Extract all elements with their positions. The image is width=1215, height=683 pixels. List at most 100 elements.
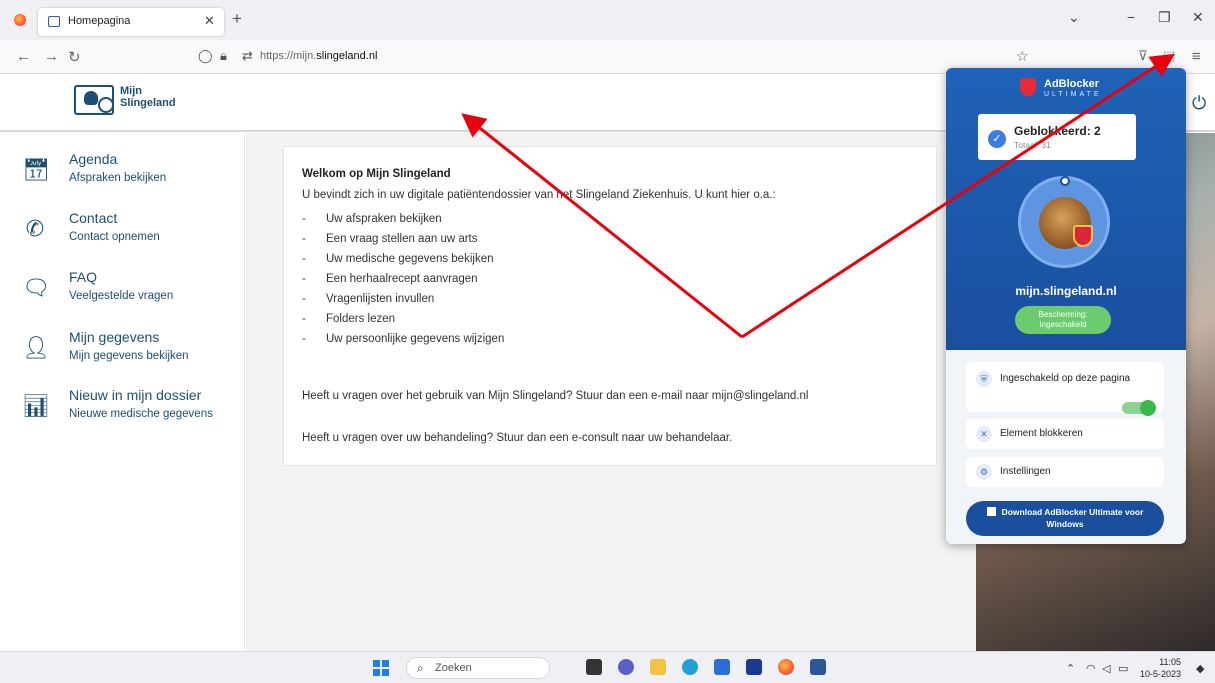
new-tab-icon[interactable]: + xyxy=(232,9,242,29)
sidebar-item-mijn-gegevens[interactable]: 👤︎ Mijn gegevens Mijn gegevens bekijken xyxy=(22,329,242,379)
shield-icon: ⛨ xyxy=(976,371,992,387)
back-icon[interactable]: ← xyxy=(16,48,31,65)
mascot-image xyxy=(1018,176,1110,268)
enabled-on-page-label: Ingeschakeld op deze pagina xyxy=(1000,373,1131,384)
calendar-icon: 📅︎ xyxy=(22,157,50,182)
welcome-card: Welkom op Mijn Slingeland U bevindt zich… xyxy=(283,146,937,466)
sidebar-item-agenda[interactable]: 📅︎ Agenda Afspraken bekijken xyxy=(22,151,242,201)
list-item: - Een herhaalrecept aanvragen xyxy=(302,273,478,285)
enabled-toggle[interactable] xyxy=(1122,400,1156,416)
firefox-taskbar-icon[interactable] xyxy=(778,659,794,675)
tray-chevron-icon[interactable]: ⌃ xyxy=(1066,662,1075,675)
edge-icon[interactable] xyxy=(682,659,698,675)
url-text: https://mijn.slingeland.nl xyxy=(260,50,378,62)
lock-icon[interactable]: 🔒︎ xyxy=(220,48,227,64)
protection-status-badge: Bescherming: Ingeschakeld xyxy=(1015,306,1111,334)
welcome-title: Welkom op Mijn Slingeland xyxy=(302,168,451,180)
power-toggle-dot[interactable] xyxy=(1060,176,1070,186)
sidebar: 📅︎ Agenda Afspraken bekijken ✆ Contact C… xyxy=(0,133,245,651)
adblocker-shield-icon xyxy=(1020,78,1036,96)
blocked-count: Geblokkeerd: 2 xyxy=(1014,124,1101,138)
download-label-line1: Download AdBlocker Ultimate voor xyxy=(1001,507,1144,517)
list-item: - Uw medische gegevens bekijken xyxy=(302,253,494,265)
taskbar-search[interactable]: ⌕ Zoeken xyxy=(406,657,550,679)
sidebar-item-title: Agenda xyxy=(69,151,118,167)
gear-icon: ⚙ xyxy=(976,464,992,480)
taskbar-clock[interactable]: 11:05 10-5-2023 xyxy=(1140,656,1181,680)
windows-icon xyxy=(986,507,996,516)
tab-close-icon[interactable]: ✕ xyxy=(204,13,215,29)
restore-icon[interactable]: ❐ xyxy=(1158,9,1171,26)
extensions-icon[interactable]: ⬚ xyxy=(1163,48,1175,64)
pocket-icon[interactable]: ⊽ xyxy=(1138,48,1148,64)
battery-icon[interactable]: ▭ xyxy=(1118,662,1128,675)
logo-person-icon xyxy=(84,91,98,105)
block-element-label: Element blokkeren xyxy=(1000,428,1083,439)
sidebar-item-title: Contact xyxy=(69,210,118,226)
settings-label: Instellingen xyxy=(1000,466,1051,477)
adblocker-popup: AdBlocker ULTIMATE ✓ Geblokkeerd: 2 Tota… xyxy=(946,68,1186,544)
minimize-icon[interactable]: − xyxy=(1127,9,1135,25)
permissions-icon[interactable]: ⇄ xyxy=(242,48,253,64)
block-element-button[interactable]: ✕ Element blokkeren xyxy=(966,419,1164,449)
zoom-app-icon[interactable] xyxy=(746,659,762,675)
url-bar[interactable]: ◯ 🔒︎ ⇄ https://mijn.slingeland.nl xyxy=(188,44,1038,70)
start-windows-icon[interactable] xyxy=(373,660,389,676)
close-window-icon[interactable]: ✕ xyxy=(1192,9,1204,26)
tracking-shield-icon[interactable]: ◯ xyxy=(198,48,213,64)
mijn-slingeland-logo[interactable]: Mijn Slingeland xyxy=(74,81,184,121)
download-windows-button[interactable]: Download AdBlocker Ultimate voor Windows xyxy=(966,501,1164,536)
blocked-total: Totaal: 31 xyxy=(1014,140,1051,150)
search-placeholder: Zoeken xyxy=(435,662,472,674)
close-x-icon: ✕ xyxy=(976,426,992,442)
adblocker-brand-sub: ULTIMATE xyxy=(1044,91,1102,98)
tab-list-chevron-icon[interactable]: ⌄ xyxy=(1068,9,1080,26)
notification-icon[interactable]: ◆ xyxy=(1196,662,1204,675)
bookmark-star-icon[interactable]: ☆ xyxy=(1016,48,1029,65)
sidebar-item-subtitle: Nieuwe medische gegevens xyxy=(69,408,213,420)
person-icon: 👤︎ xyxy=(22,335,50,360)
list-item: - Een vraag stellen aan uw arts xyxy=(302,233,478,245)
list-item: - Vragenlijsten invullen xyxy=(302,293,435,305)
menu-icon[interactable]: ≡ xyxy=(1192,48,1201,65)
chat-icon: 🗨︎ xyxy=(22,275,50,300)
sidebar-item-contact[interactable]: ✆ Contact Contact opnemen xyxy=(22,210,242,260)
toggle-knob xyxy=(1140,400,1156,416)
reload-icon[interactable]: ↻ xyxy=(68,48,81,66)
word-icon[interactable] xyxy=(810,659,826,675)
tab-favicon-icon xyxy=(48,16,60,27)
adblocker-brand: AdBlocker xyxy=(1044,78,1100,90)
teams-chat-icon[interactable] xyxy=(618,659,634,675)
download-label-line2: Windows xyxy=(1046,519,1084,529)
sidebar-item-title: Mijn gegevens xyxy=(69,329,160,345)
firefox-icon[interactable] xyxy=(14,14,26,26)
check-icon: ✓ xyxy=(988,130,1006,148)
list-item: - Uw persoonlijke gegevens wijzigen xyxy=(302,333,505,345)
forward-icon[interactable]: → xyxy=(44,48,59,65)
wifi-icon[interactable]: ◠ xyxy=(1086,662,1096,675)
list-item: - Folders lezen xyxy=(302,313,396,325)
sidebar-item-subtitle: Veelgestelde vragen xyxy=(69,290,174,302)
windows-taskbar: ⌕ Zoeken ⌃ ◠ ◁ ▭ 11:05 10-5-2023 ◆ xyxy=(0,651,1215,683)
task-view-icon[interactable] xyxy=(586,659,602,675)
file-explorer-icon[interactable] xyxy=(650,659,666,675)
blocked-count-card: ✓ Geblokkeerd: 2 Totaal: 31 xyxy=(978,114,1136,160)
browser-tab-bar: Homepagina ✕ + ⌄ − ❐ ✕ xyxy=(0,0,1215,40)
volume-icon[interactable]: ◁ xyxy=(1102,662,1110,675)
enabled-on-page-option: ⛨ Ingeschakeld op deze pagina xyxy=(966,362,1164,416)
tab-title: Homepagina xyxy=(68,15,131,27)
settings-button[interactable]: ⚙ Instellingen xyxy=(966,457,1164,487)
sidebar-item-subtitle: Mijn gegevens bekijken xyxy=(69,350,189,362)
welcome-intro: U bevindt zich in uw digitale patiëntend… xyxy=(302,189,776,201)
usage-question: Heeft u vragen over het gebruik van Mijn… xyxy=(302,390,809,402)
sidebar-item-title: FAQ xyxy=(69,269,98,285)
store-icon[interactable] xyxy=(714,659,730,675)
sidebar-item-nieuw[interactable]: 📊︎ Nieuw in mijn dossier Nieuwe medische… xyxy=(22,387,242,437)
logout-power-icon[interactable]: ⏻ xyxy=(1192,93,1206,114)
phone-icon: ✆ xyxy=(25,216,45,241)
sidebar-item-faq[interactable]: 🗨︎ FAQ Veelgestelde vragen xyxy=(22,269,242,319)
chart-icon: 📊︎ xyxy=(22,393,50,418)
logo-text: Mijn Slingeland xyxy=(120,85,176,109)
list-item: - Uw afspraken bekijken xyxy=(302,213,442,225)
browser-tab[interactable]: Homepagina ✕ xyxy=(38,8,224,36)
